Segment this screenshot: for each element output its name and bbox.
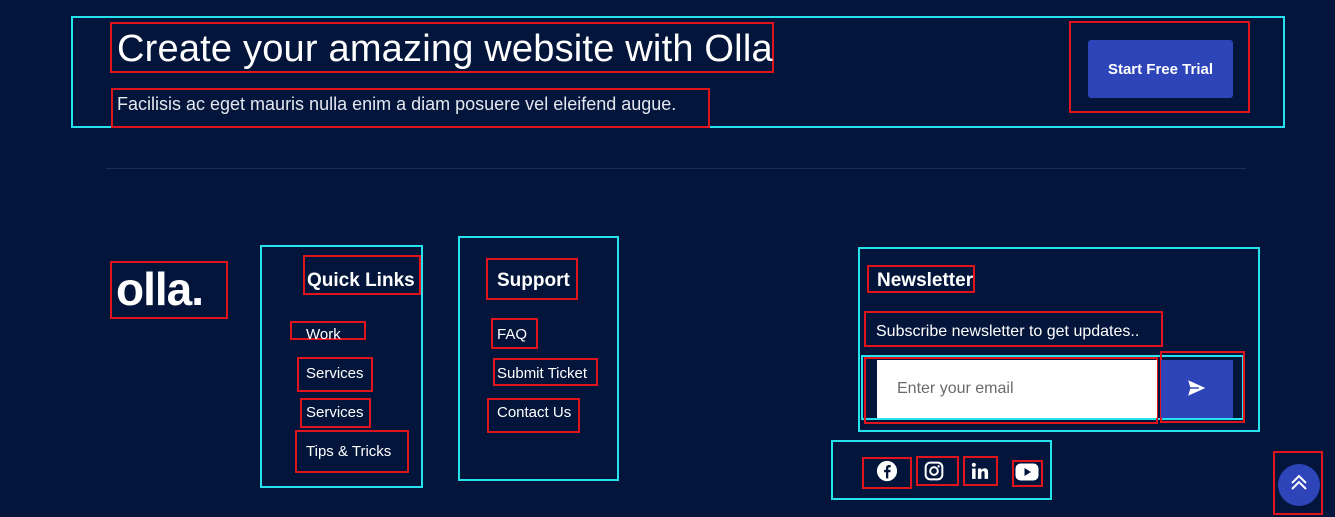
cta-title: Create your amazing website with Olla <box>117 28 773 70</box>
quick-link-work[interactable]: Work <box>306 326 341 343</box>
support-heading: Support <box>497 270 570 291</box>
support-link-submit-ticket[interactable]: Submit Ticket <box>497 365 587 382</box>
send-icon <box>1185 377 1209 401</box>
quick-links-heading: Quick Links <box>307 270 415 291</box>
newsletter-heading: Newsletter <box>877 270 974 291</box>
linkedin-icon <box>970 461 990 486</box>
newsletter-submit-button[interactable] <box>1161 360 1233 418</box>
double-chevron-up-icon <box>1287 471 1311 500</box>
support-link-contact-us[interactable]: Contact Us <box>497 404 571 421</box>
support-link-faq[interactable]: FAQ <box>497 326 527 343</box>
email-input[interactable] <box>877 360 1157 418</box>
quick-link-services[interactable]: Services <box>306 365 364 382</box>
divider <box>106 168 1246 169</box>
instagram-icon <box>924 461 944 486</box>
quick-link-services-2[interactable]: Services <box>306 404 364 421</box>
cta-subtitle: Facilisis ac eget mauris nulla enim a di… <box>117 94 677 114</box>
newsletter-description: Subscribe newsletter to get updates.. <box>876 323 1140 340</box>
facebook-icon <box>876 460 898 487</box>
instagram-link[interactable] <box>921 460 947 486</box>
back-to-top-button[interactable] <box>1278 464 1320 506</box>
quick-link-tips-tricks[interactable]: Tips & Tricks <box>306 443 391 460</box>
start-free-trial-button[interactable]: Start Free Trial <box>1088 40 1233 98</box>
logo[interactable]: olla. <box>116 262 204 316</box>
youtube-link[interactable] <box>1014 461 1040 487</box>
facebook-link[interactable] <box>874 460 900 486</box>
linkedin-link[interactable] <box>967 460 993 486</box>
youtube-icon <box>1015 463 1039 486</box>
